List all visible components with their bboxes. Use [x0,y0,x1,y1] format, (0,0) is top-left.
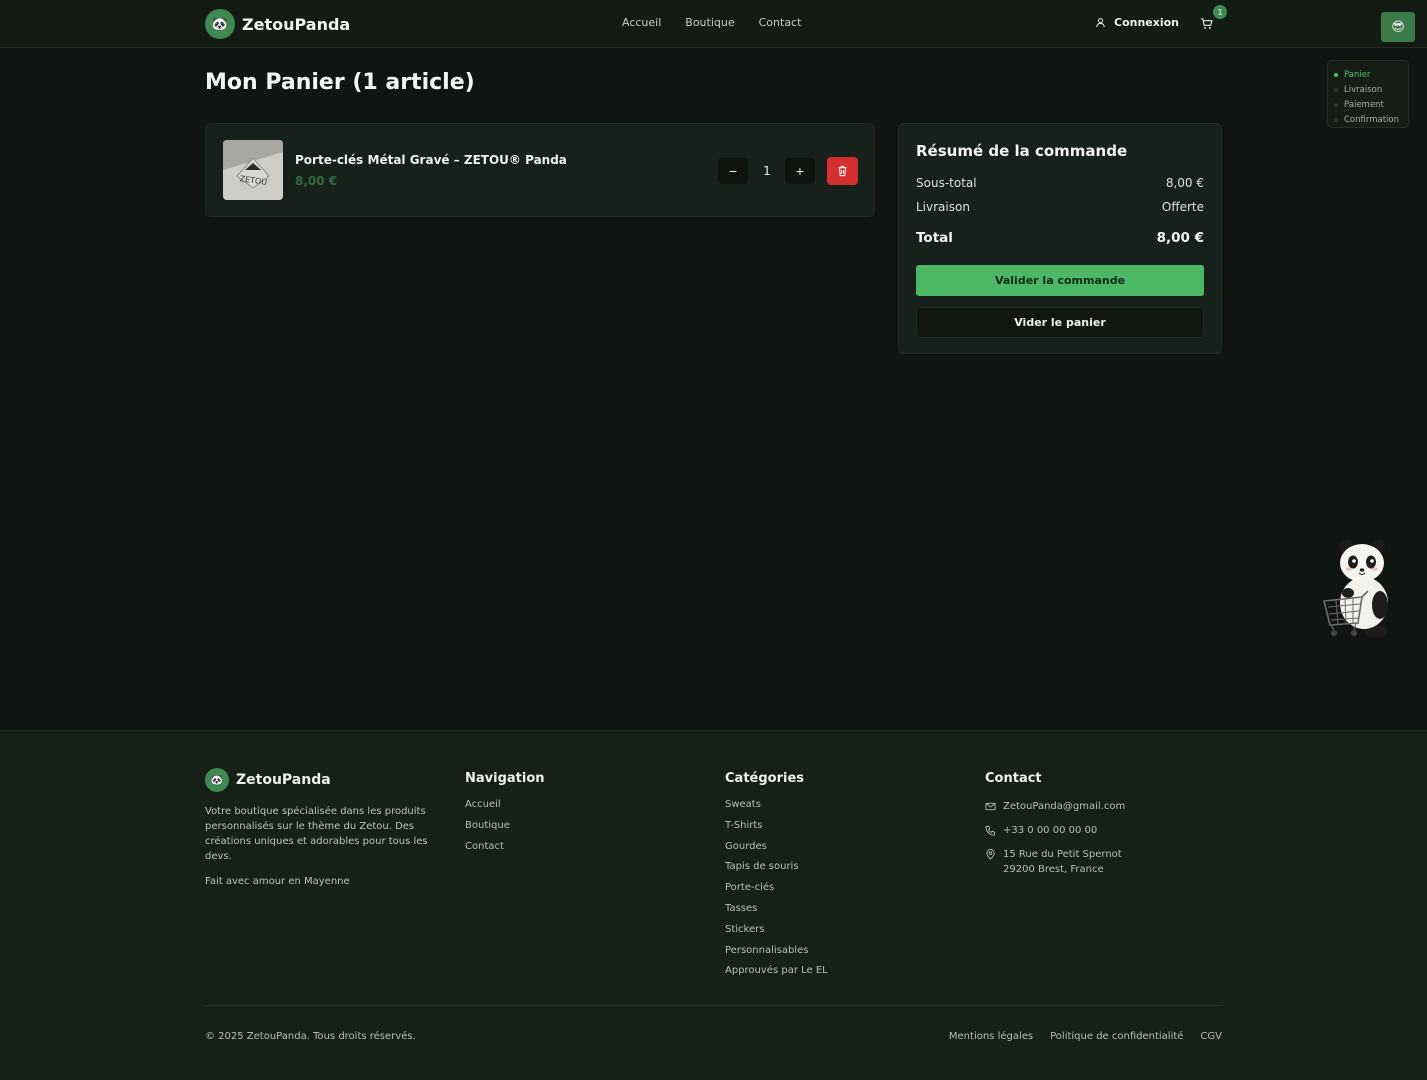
trash-icon [837,162,848,181]
clear-cart-button[interactable]: Vider le panier [916,307,1204,338]
category-link-stickers[interactable]: Stickers [725,924,828,945]
contact-address: 15 Rue du Petit Spernot 29200 Brest, Fran… [985,847,1125,877]
quantity-value: 1 [763,164,771,178]
product-thumbnail[interactable]: ZETOU [223,140,283,200]
category-link-tasses[interactable]: Tasses [725,903,828,924]
cart-count-badge: 1 [1213,5,1227,19]
nav-link-contact[interactable]: Contact [759,16,802,29]
avatar-button[interactable]: 😎 [1381,12,1415,42]
step-panier: Panier [1334,67,1408,82]
footer-categories-title: Catégories [725,771,805,786]
user-icon [1095,17,1106,28]
footer-nav-title: Navigation [465,771,545,786]
nav-link-accueil[interactable]: Accueil [622,16,661,29]
step-dot-icon [1334,102,1338,107]
checkout-steps: Panier Livraison Paiement Confirmation [1327,60,1409,128]
site-header: 🐼 ZetouPanda Accueil Boutique Contact Co… [0,0,1427,48]
login-button[interactable]: Connexion [1095,16,1179,29]
legal-link-privacy[interactable]: Politique de confidentialité [1050,1031,1183,1042]
minus-icon: − [728,163,738,179]
main-nav: Accueil Boutique Contact [622,16,801,29]
total-label: Total [916,230,953,246]
product-name[interactable]: Porte-clés Métal Gravé – ZETOU® Panda [295,153,567,167]
step-dot-icon [1334,117,1338,122]
total-row: Total 8,00 € [916,230,1204,246]
shipping-label: Livraison [916,200,970,214]
step-dot-icon [1334,87,1338,92]
increase-quantity-button[interactable]: + [785,158,815,184]
footer-link-accueil[interactable]: Accueil [465,799,545,820]
legal-links: Mentions légales Politique de confidenti… [949,1031,1222,1042]
product-price: 8,00 € [295,174,338,188]
category-link-sweats[interactable]: Sweats [725,799,828,820]
nav-link-boutique[interactable]: Boutique [685,16,734,29]
subtotal-row: Sous-total 8,00 € [916,176,1204,190]
mail-icon [985,802,996,811]
category-link-gourdes[interactable]: Gourdes [725,841,828,862]
contact-email[interactable]: ZetouPanda@gmail.com [985,799,1125,814]
footer-contact: Contact ZetouPanda@gmail.com +33 0 00 00… [985,771,1125,886]
legal-link-cgv[interactable]: CGV [1200,1031,1222,1042]
page-title: Mon Panier (1 article) [205,70,475,95]
panda-logo-icon: 🐼 [205,768,229,792]
cart-icon[interactable] [1200,17,1213,30]
remove-item-button[interactable] [827,157,858,185]
decrease-quantity-button[interactable]: − [718,158,748,184]
footer-divider [205,1005,1222,1006]
category-link-porte-cles[interactable]: Porte-clés [725,882,828,903]
footer-brand[interactable]: 🐼 ZetouPanda [205,768,331,792]
footer-description: Votre boutique spécialisée dans les prod… [205,806,428,862]
footer-brand-name: ZetouPanda [236,772,331,788]
phone-icon [985,825,996,836]
shipping-value: Offerte [1161,200,1204,214]
order-summary: Résumé de la commande Sous-total 8,00 € … [898,123,1222,354]
plus-icon: + [795,163,805,179]
category-link-tshirts[interactable]: T-Shirts [725,820,828,841]
step-livraison: Livraison [1334,82,1408,97]
subtotal-label: Sous-total [916,176,977,190]
legal-link-mentions[interactable]: Mentions légales [949,1031,1033,1042]
category-link-tapis[interactable]: Tapis de souris [725,861,828,882]
footer-link-boutique[interactable]: Boutique [465,820,545,841]
brand-name: ZetouPanda [242,14,351,34]
step-paiement: Paiement [1334,97,1408,112]
validate-order-button[interactable]: Valider la commande [916,265,1204,296]
cart-item: ZETOU Porte-clés Métal Gravé – ZETOU® Pa… [205,123,875,217]
brand-logo[interactable]: 🐼 ZetouPanda [205,9,350,39]
panda-logo-icon: 🐼 [205,9,235,39]
footer-categories: Catégories Sweats T-Shirts Gourdes Tapis… [725,771,828,986]
site-footer: 🐼 ZetouPanda Votre boutique spécialisée … [0,730,1427,1080]
step-dot-icon [1334,72,1338,77]
copyright: © 2025 ZetouPanda. Tous droits réservés. [205,1031,416,1042]
footer-contact-title: Contact [985,771,1042,786]
footer-navigation: Navigation Accueil Boutique Contact [465,771,545,861]
step-confirmation: Confirmation [1334,112,1408,127]
login-label: Connexion [1114,16,1180,29]
panda-mascot-image[interactable] [1318,535,1400,645]
total-value: 8,00 € [1156,230,1204,246]
category-link-personnalisables[interactable]: Personnalisables [725,945,828,966]
subtotal-value: 8,00 € [1165,176,1204,190]
category-link-approuves[interactable]: Approuvés par Le EL [725,965,828,986]
map-pin-icon [986,849,995,860]
summary-title: Résumé de la commande [916,142,1128,160]
shipping-row: Livraison Offerte [916,200,1204,214]
footer-made-with: Fait avec amour en Mayenne [205,876,350,887]
footer-link-contact[interactable]: Contact [465,841,545,862]
contact-phone[interactable]: +33 0 00 00 00 00 [985,823,1125,838]
